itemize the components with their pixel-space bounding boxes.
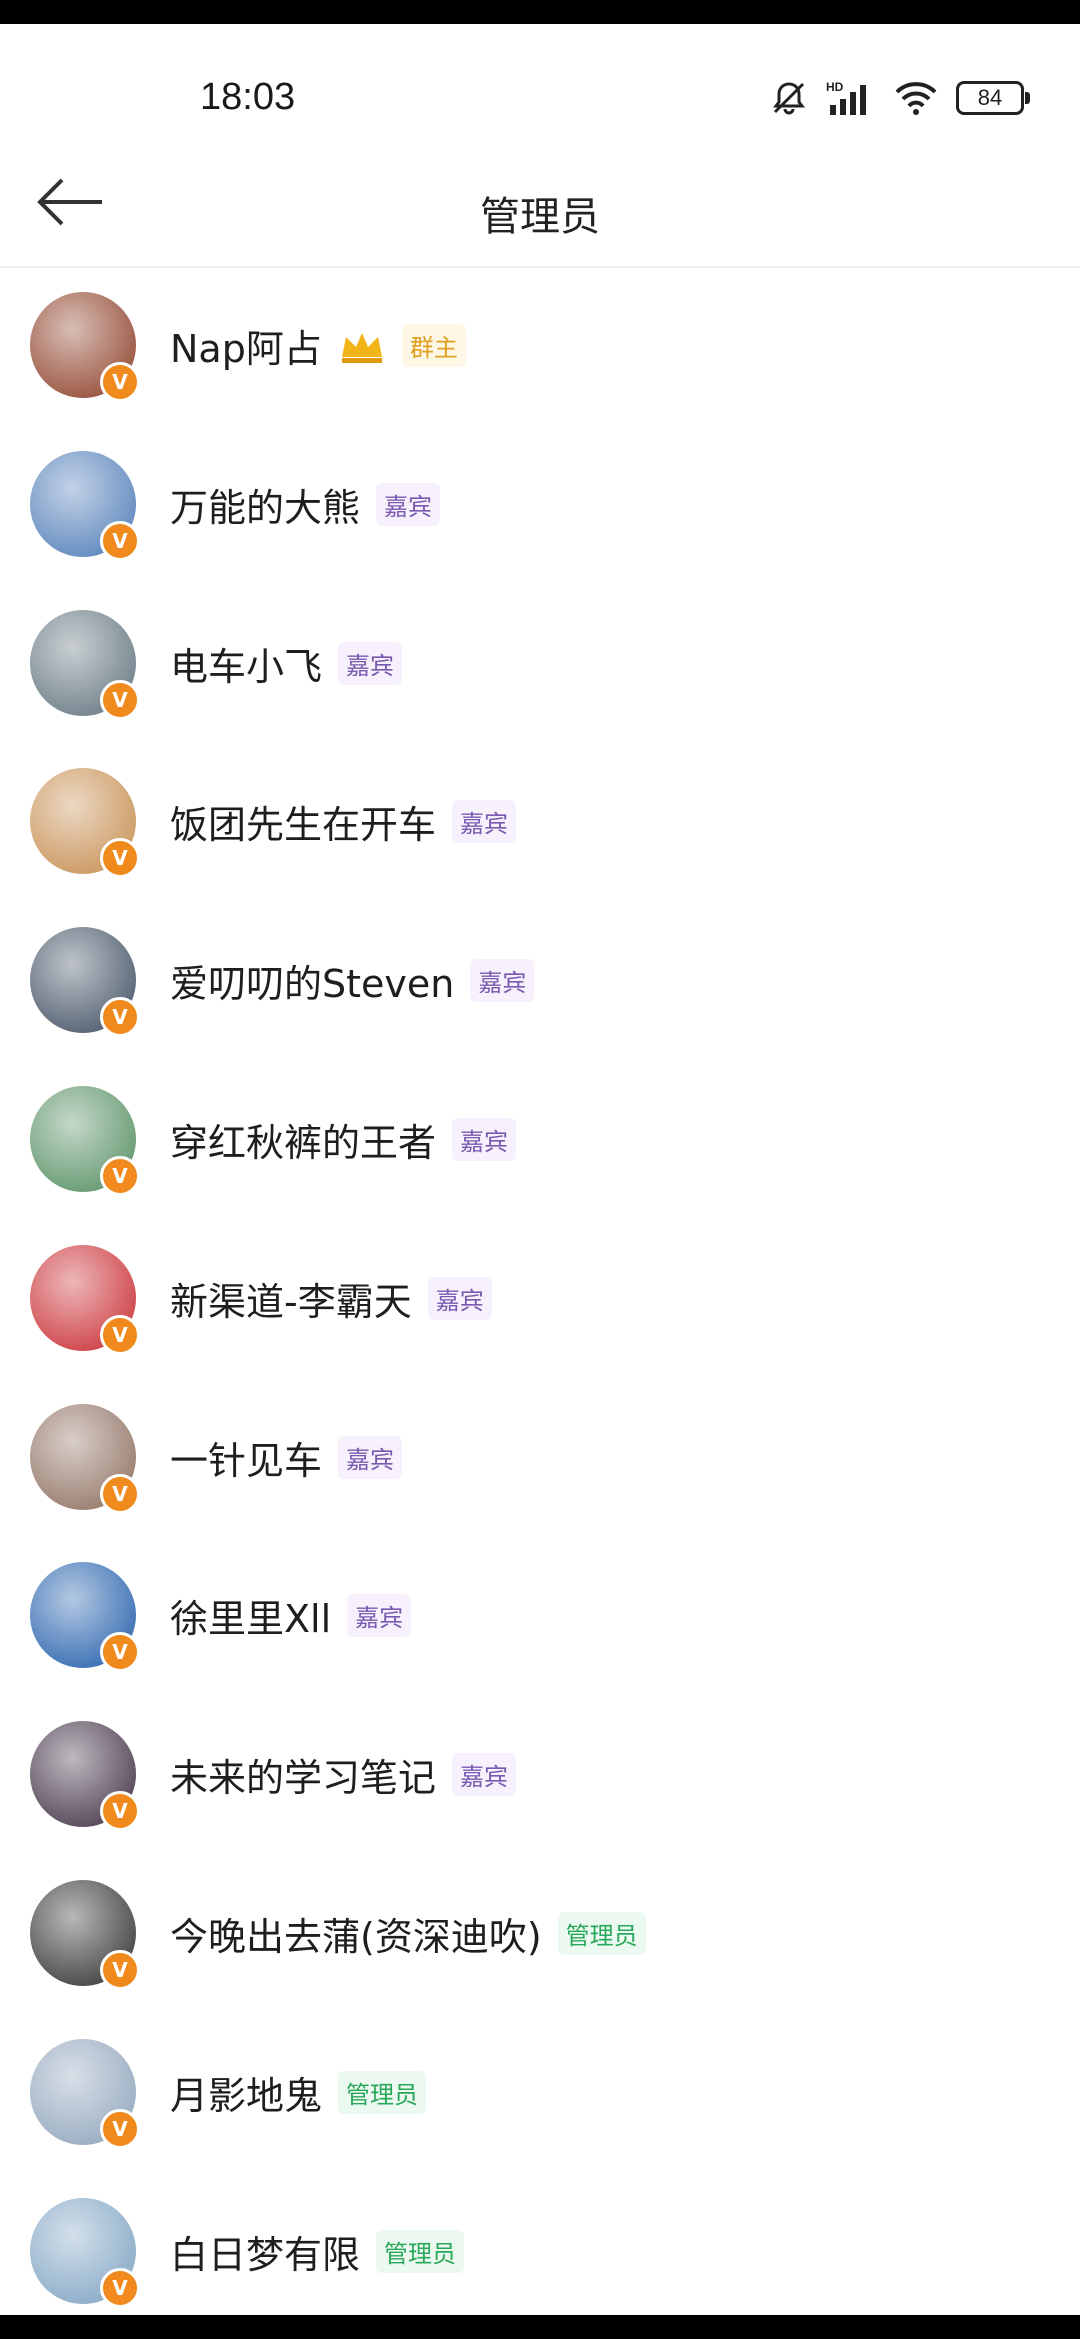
status-icons: HD 84	[770, 76, 1030, 120]
member-name-wrap: 万能的大熊 嘉宾	[170, 477, 441, 532]
member-row[interactable]: V 饭团先生在开车 嘉宾	[0, 742, 1080, 901]
verified-badge-icon: V	[100, 1949, 140, 1990]
member-row[interactable]: V 月影地鬼 管理员	[0, 2013, 1080, 2172]
member-row[interactable]: V 今晚出去蒲(资深迪吹) 管理员	[0, 1854, 1080, 2013]
member-name: 电车小飞	[170, 644, 323, 689]
verified-badge-icon: V	[100, 520, 140, 561]
member-row[interactable]: V 穿红秋裤的王者 嘉宾	[0, 1060, 1080, 1219]
nav-bar: 管理员	[0, 134, 1080, 268]
page-title: 管理员	[480, 194, 600, 240]
member-name: 未来的学习笔记	[170, 1756, 437, 1801]
member-row[interactable]: V 未来的学习笔记 嘉宾	[0, 1695, 1080, 1854]
member-name-wrap: 未来的学习笔记 嘉宾	[170, 1747, 517, 1802]
svg-text:HD: HD	[826, 80, 844, 94]
role-tag: 嘉宾	[452, 800, 517, 844]
member-row[interactable]: V 一针见车 嘉宾	[0, 1378, 1080, 1537]
verified-badge-icon: V	[100, 1155, 140, 1196]
member-name: 今晚出去蒲(资深迪吹)	[170, 1914, 542, 1959]
member-name-wrap: 徐里里Xll 嘉宾	[170, 1588, 412, 1643]
member-name-wrap: Nap阿占 群主	[170, 318, 466, 373]
member-row[interactable]: V 徐里里Xll 嘉宾	[0, 1536, 1080, 1695]
hd-signal-icon: HD	[826, 80, 866, 115]
member-name: Nap阿占	[170, 327, 322, 371]
verified-badge-icon: V	[100, 1314, 140, 1355]
member-name: 月影地鬼	[170, 2073, 323, 2118]
member-name-wrap: 月影地鬼 管理员	[170, 2065, 427, 2120]
role-tag: 管理员	[338, 2070, 427, 2114]
member-name-wrap: 爱叨叨的Steven 嘉宾	[170, 953, 535, 1008]
member-name-wrap: 穿红秋裤的王者 嘉宾	[170, 1112, 517, 1167]
role-tag: 嘉宾	[376, 482, 441, 526]
verified-badge-icon: V	[100, 679, 140, 720]
member-name: 徐里里Xll	[170, 1597, 332, 1642]
member-name: 一针见车	[170, 1438, 323, 1483]
member-name-wrap: 饭团先生在开车 嘉宾	[170, 794, 517, 849]
member-name: 新渠道-李霸天	[170, 1279, 412, 1324]
role-tag: 嘉宾	[347, 1594, 412, 1638]
role-tag: 管理员	[557, 1911, 646, 1955]
status-bar: 18:03 HD 84	[0, 24, 1080, 134]
member-name: 饭团先生在开车	[170, 803, 437, 848]
verified-badge-icon: V	[100, 1473, 140, 1514]
member-row[interactable]: V 白日梦有限 管理员	[0, 2172, 1080, 2320]
member-name: 爱叨叨的Steven	[170, 962, 455, 1007]
status-time: 18:03	[200, 76, 296, 118]
member-name: 穿红秋裤的王者	[170, 1120, 437, 1165]
verified-badge-icon: V	[100, 838, 140, 879]
verified-badge-icon: V	[100, 1791, 140, 1832]
member-row[interactable]: V 新渠道-李霸天 嘉宾	[0, 1219, 1080, 1378]
mute-bell-icon	[773, 82, 805, 115]
member-name-wrap: 一针见车 嘉宾	[170, 1430, 403, 1485]
verified-badge-icon: V	[100, 1632, 140, 1673]
role-tag: 嘉宾	[452, 1117, 517, 1161]
verified-badge-icon: V	[100, 997, 140, 1038]
wifi-icon	[895, 82, 937, 115]
battery-icon: 84	[956, 81, 1030, 115]
role-tag: 嘉宾	[427, 1276, 492, 1320]
role-tag: 管理员	[376, 2229, 465, 2273]
member-name: 万能的大熊	[170, 485, 361, 530]
member-row[interactable]: V Nap阿占 群主	[0, 266, 1080, 425]
member-name-wrap: 新渠道-李霸天 嘉宾	[170, 1271, 492, 1326]
verified-badge-icon: V	[100, 362, 140, 402]
member-row[interactable]: V 电车小飞 嘉宾	[0, 584, 1080, 743]
role-tag: 嘉宾	[338, 641, 403, 685]
member-list: V Nap阿占 群主 V 万能的大熊 嘉宾 V 电车小飞 嘉宾 V 饭团先生在开…	[0, 266, 1080, 2320]
member-row[interactable]: V 万能的大熊 嘉宾	[0, 425, 1080, 584]
screen: 18:03 HD 84 管理员 V Nap阿占 群主 V 万能的大熊 嘉宾 V …	[0, 24, 1080, 2320]
home-indicator	[0, 2315, 1080, 2339]
role-tag: 嘉宾	[452, 1753, 517, 1797]
role-tag: 嘉宾	[338, 1435, 403, 1479]
member-row[interactable]: V 爱叨叨的Steven 嘉宾	[0, 901, 1080, 1060]
member-name: 白日梦有限	[170, 2232, 361, 2277]
member-name-wrap: 电车小飞 嘉宾	[170, 636, 403, 691]
role-tag: 嘉宾	[470, 959, 535, 1003]
verified-badge-icon: V	[100, 2267, 140, 2308]
role-tag: 群主	[401, 324, 466, 367]
verified-badge-icon: V	[100, 2108, 140, 2149]
member-name-wrap: 今晚出去蒲(资深迪吹) 管理员	[170, 1906, 646, 1961]
member-name-wrap: 白日梦有限 管理员	[170, 2224, 465, 2279]
crown-icon	[341, 332, 382, 363]
